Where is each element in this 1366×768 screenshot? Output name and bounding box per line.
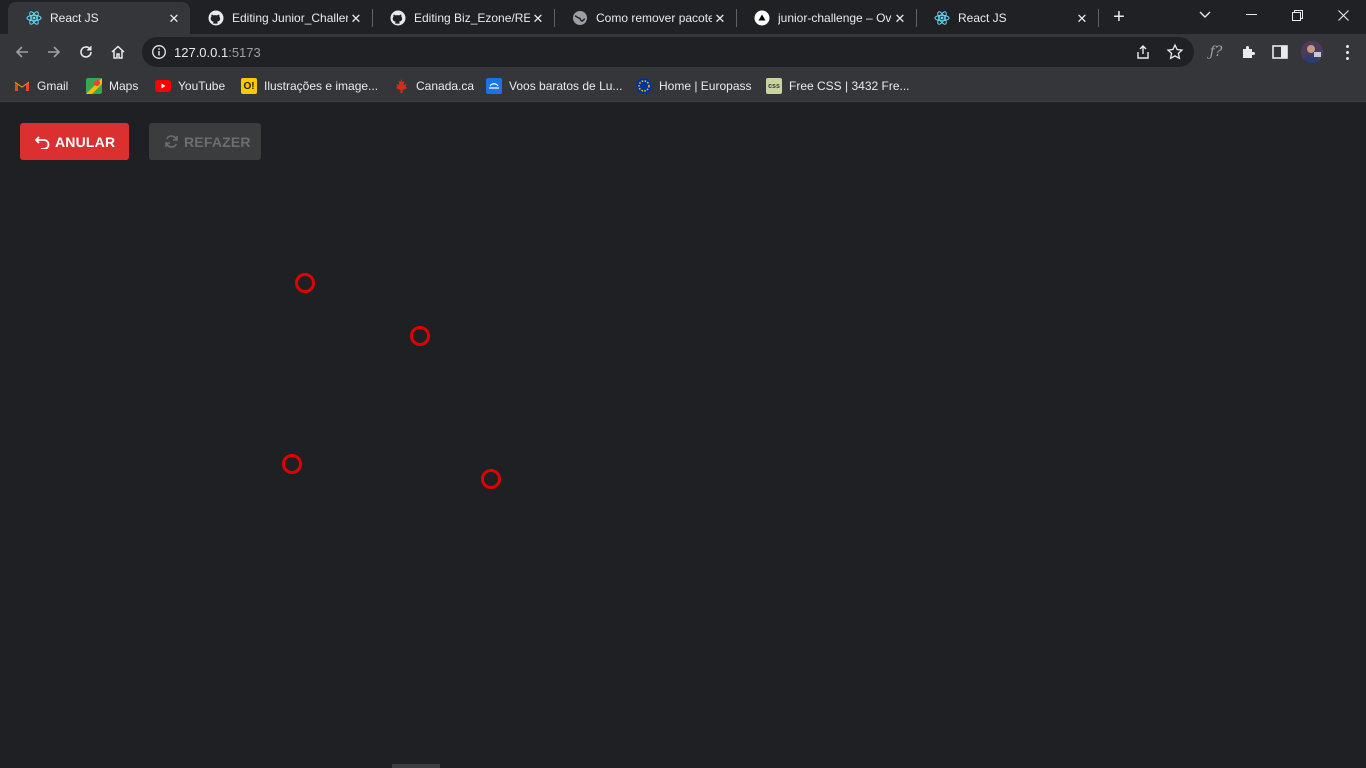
back-button[interactable] xyxy=(8,38,36,66)
close-window-button[interactable] xyxy=(1320,0,1366,30)
arrow-right-icon xyxy=(48,46,61,58)
bookmark-maps[interactable]: Maps xyxy=(86,76,138,96)
reload-button[interactable] xyxy=(72,38,100,66)
bookmark-canada[interactable]: Canada.ca xyxy=(393,76,474,96)
bookmark-label: Voos baratos de Lu... xyxy=(509,79,623,93)
address-port: :5173 xyxy=(228,45,261,60)
close-icon[interactable]: ✕ xyxy=(166,10,182,26)
tab-title: React JS xyxy=(958,11,1007,25)
puzzle-icon xyxy=(1243,46,1255,58)
bookmark-label: Home | Europass xyxy=(659,79,752,93)
europass-icon xyxy=(636,78,652,94)
reload-icon xyxy=(80,46,92,58)
tab-como-remover[interactable]: Como remover pacote ✕ xyxy=(554,2,736,34)
close-icon[interactable]: ✕ xyxy=(348,10,364,26)
profile-avatar[interactable] xyxy=(1301,41,1323,63)
arrow-left-icon xyxy=(15,46,28,58)
close-icon[interactable]: ✕ xyxy=(1074,10,1090,26)
home-button[interactable] xyxy=(104,38,132,66)
flight-icon xyxy=(486,78,502,94)
globe-icon xyxy=(572,10,588,26)
tab-github-biz[interactable]: Editing Biz_Ezone/REA ✕ xyxy=(372,2,554,34)
tab-title: Editing Biz_Ezone/REA xyxy=(414,11,530,25)
github-icon xyxy=(208,10,224,26)
extensions-button[interactable] xyxy=(1238,42,1258,62)
side-panel-icon xyxy=(1272,45,1288,59)
fonts-extension-icon[interactable]: ƒ? xyxy=(1206,42,1226,62)
refresh-icon xyxy=(165,135,178,148)
circle-marker[interactable] xyxy=(481,469,501,489)
side-panel-button[interactable] xyxy=(1270,42,1290,62)
react-icon xyxy=(26,10,42,26)
bookmark-freecss[interactable]: css Free CSS | 3432 Fre... xyxy=(766,76,910,96)
tab-strip: React JS ✕ Editing Junior_Challen ✕ Edit… xyxy=(0,0,1366,34)
bookmark-label: Free CSS | 3432 Fre... xyxy=(789,79,910,93)
avatar-icon xyxy=(1301,41,1323,63)
bookmark-label: Canada.ca xyxy=(416,79,475,93)
tab-title: Editing Junior_Challen xyxy=(232,11,348,25)
tab-title: Como remover pacote xyxy=(596,11,712,25)
github-icon xyxy=(390,10,406,26)
minimize-button[interactable] xyxy=(1228,0,1274,30)
maps-icon xyxy=(86,78,102,94)
address-host: 127.0.0.1 xyxy=(174,45,229,60)
tab-github-junior[interactable]: Editing Junior_Challen ✕ xyxy=(190,2,372,34)
tab-title: junior-challenge – Ove xyxy=(778,11,892,25)
star-icon[interactable] xyxy=(1166,43,1184,61)
gmail-icon xyxy=(14,78,30,94)
close-icon[interactable]: ✕ xyxy=(712,10,728,26)
address-text: 127.0.0.1:5173 xyxy=(174,45,261,60)
bookmark-label: Ilustrações e image... xyxy=(264,79,379,93)
home-icon xyxy=(111,45,125,59)
bookmark-youtube[interactable]: YouTube xyxy=(155,76,225,96)
minimize-icon xyxy=(1245,14,1257,15)
undo-icon xyxy=(35,135,50,149)
undo-button[interactable]: ANULAR xyxy=(20,123,129,160)
close-icon[interactable]: ✕ xyxy=(530,10,546,26)
close-icon[interactable]: ✕ xyxy=(892,10,908,26)
bookmark-label: Maps xyxy=(109,79,139,93)
circle-marker[interactable] xyxy=(295,273,315,293)
undo-label: ANULAR xyxy=(55,133,116,150)
app-canvas[interactable]: ANULAR REFAZER xyxy=(0,103,1366,768)
circle-marker[interactable] xyxy=(410,326,430,346)
maple-leaf-icon xyxy=(393,78,409,94)
circle-marker[interactable] xyxy=(282,454,302,474)
tab-react-js[interactable]: React JS ✕ xyxy=(8,2,190,34)
share-icon[interactable] xyxy=(1134,43,1152,61)
redo-button[interactable]: REFAZER xyxy=(149,123,261,160)
address-bar[interactable]: 127.0.0.1:5173 xyxy=(142,37,1194,67)
bookmark-label: YouTube xyxy=(178,79,226,93)
react-icon xyxy=(934,10,950,26)
tab-title: React JS xyxy=(50,11,99,25)
tab-junior-challenge[interactable]: junior-challenge – Ove ✕ xyxy=(736,2,916,34)
bookmark-gmail[interactable]: Gmail xyxy=(14,76,68,96)
freecss-icon: css xyxy=(766,78,782,94)
bookmark-europass[interactable]: Home | Europass xyxy=(636,76,752,96)
bookmark-ilustracoes[interactable]: O! Ilustrações e image... xyxy=(241,76,378,96)
forward-button[interactable] xyxy=(40,38,68,66)
scrollbar-thumb[interactable] xyxy=(392,764,440,768)
vercel-icon xyxy=(754,10,770,26)
menu-button[interactable] xyxy=(1337,42,1357,62)
restore-icon xyxy=(1291,9,1303,21)
info-icon xyxy=(152,45,166,59)
bookmark-voos[interactable]: Voos baratos de Lu... xyxy=(486,76,622,96)
youtube-icon xyxy=(155,78,171,94)
tab-search-button[interactable] xyxy=(1182,0,1228,30)
restore-button[interactable] xyxy=(1274,0,1320,30)
tab-react-js-2[interactable]: React JS ✕ xyxy=(916,2,1098,34)
bookmark-label: Gmail xyxy=(37,79,69,93)
redo-label: REFAZER xyxy=(184,133,251,150)
new-tab-button[interactable]: + xyxy=(1108,6,1130,28)
bookmarks-bar: Gmail Maps YouTube O! Ilustrações e imag… xyxy=(0,70,1366,102)
browser-toolbar: 127.0.0.1:5173 ƒ? xyxy=(0,34,1366,70)
illustration-icon: O! xyxy=(241,78,257,94)
close-icon xyxy=(1337,9,1349,21)
tab-separator xyxy=(1098,9,1099,27)
chevron-down-icon xyxy=(1199,11,1211,18)
